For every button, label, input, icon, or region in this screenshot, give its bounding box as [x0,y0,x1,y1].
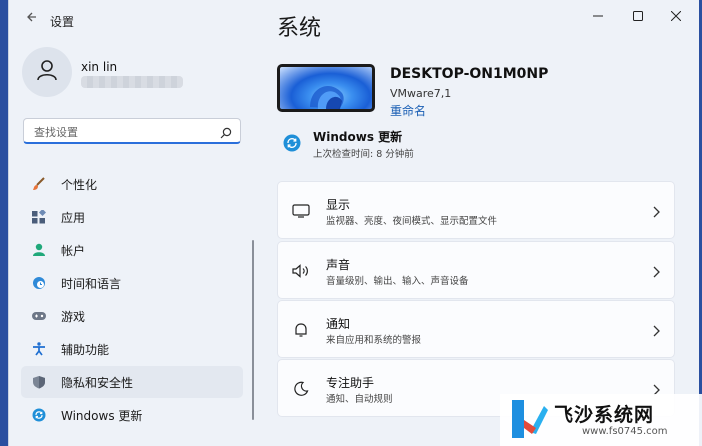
search-box[interactable] [23,118,241,144]
back-arrow-icon[interactable] [21,10,41,30]
watermark-logo [508,398,552,440]
update-title[interactable]: Windows 更新 [313,128,402,145]
sidebar-item-accessibility[interactable]: 辅助功能 [21,333,243,365]
update-last-checked: 上次检查时间: 8 分钟前 [313,149,414,160]
chevron-right-icon [652,322,660,341]
chevron-right-icon [652,263,660,282]
chevron-right-icon [652,203,660,222]
app-title: 设置 [50,15,75,29]
settings-window: 设置 xin lin 个性化 应用 [8,0,699,446]
apps-icon [31,209,47,225]
speaker-icon [292,262,310,280]
monitor-icon [292,202,310,220]
minimize-icon[interactable] [583,6,613,26]
search-icon[interactable] [220,124,232,143]
search-input[interactable] [32,123,216,141]
sidebar-item-windows-update[interactable]: Windows 更新 [21,399,243,431]
maximize-icon[interactable] [623,6,653,26]
device-name: DESKTOP-ON1M0NP [390,66,549,82]
site-watermark: 飞沙系统网 www.fs0745.com [500,394,702,446]
card-sound[interactable]: 声音 音量级别、输出、输入、声音设备 [277,241,675,299]
shield-icon [31,374,47,390]
windows-update-status-icon [283,134,301,152]
watermark-brand: 飞沙系统网 [554,404,655,426]
user-name: xin lin [81,60,118,74]
device-model: VMware7,1 [390,87,452,100]
page-title: 系统 [277,16,322,41]
card-display[interactable]: 显示 监视器、亮度、夜间模式、显示配置文件 [277,181,675,239]
account-icon [31,242,47,258]
sidebar-item-time-language[interactable]: 时间和语言 [21,267,243,299]
sidebar-item-personalization[interactable]: 个性化 [21,168,243,200]
update-icon [31,407,47,423]
person-icon [35,58,59,86]
close-icon[interactable] [661,6,691,26]
watermark-url: www.fs0745.com [582,426,668,437]
sidebar-nav: 个性化 应用 帐户 时间和语言 游戏 辅助功能 隐私和安全性 Windows 更… [21,168,243,432]
globe-clock-icon [31,275,47,291]
user-email-redacted [81,76,183,88]
sidebar-item-apps[interactable]: 应用 [21,201,243,233]
avatar[interactable] [22,47,72,97]
moon-icon [292,380,310,398]
sidebar-scrollbar[interactable] [252,240,254,420]
sidebar-item-accounts[interactable]: 帐户 [21,234,243,266]
device-thumbnail [277,64,375,112]
sidebar-item-gaming[interactable]: 游戏 [21,300,243,332]
rename-link[interactable]: 重命名 [390,102,426,119]
brush-icon [31,176,47,192]
accessibility-icon [31,341,47,357]
bell-icon [292,321,310,339]
card-notifications[interactable]: 通知 来自应用和系统的警报 [277,300,675,358]
sidebar-item-privacy-security[interactable]: 隐私和安全性 [21,366,243,398]
gamepad-icon [31,308,47,324]
